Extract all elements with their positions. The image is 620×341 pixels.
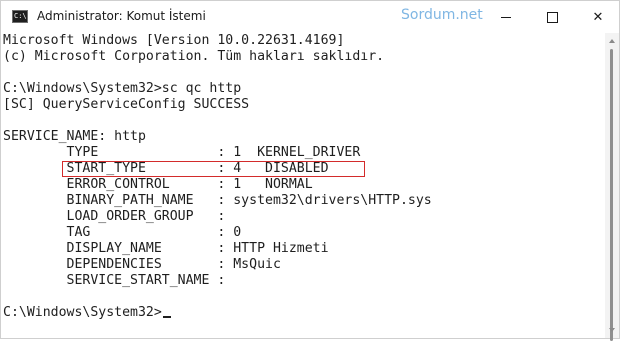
console-line: TYPE : 1 KERNEL_DRIVER: [3, 145, 361, 160]
scrollbar-thumb[interactable]: [610, 49, 613, 341]
console-line: (c) Microsoft Corporation. Tüm hakları s…: [3, 49, 385, 64]
console-line: DISPLAY_NAME : HTTP Hizmeti: [3, 241, 329, 256]
text-cursor: [162, 316, 171, 318]
watermark: Sordum.net: [401, 7, 483, 23]
window-title: Administrator: Komut İstemi: [37, 9, 206, 23]
start-type-highlight: [62, 161, 365, 177]
close-button[interactable]: ✕: [575, 1, 620, 33]
vertical-scrollbar[interactable]: [605, 33, 619, 341]
scroll-up-icon[interactable]: [609, 39, 615, 43]
maximize-button[interactable]: [529, 1, 575, 33]
console-line: C:\Windows\System32>sc qc http: [3, 81, 242, 96]
close-icon: ✕: [592, 9, 604, 25]
console-line: LOAD_ORDER_GROUP :: [3, 209, 226, 224]
maximize-icon: [546, 11, 558, 23]
console-line: SERVICE_START_NAME :: [3, 273, 226, 288]
console-line: BINARY_PATH_NAME : system32\drivers\HTTP…: [3, 193, 432, 208]
prompt-line[interactable]: C:\Windows\System32>: [3, 305, 171, 321]
minimize-icon: [501, 16, 511, 18]
console-output[interactable]: Microsoft Windows [Version 10.0.22631.41…: [1, 33, 605, 338]
console-line: TAG : 0: [3, 225, 242, 240]
prompt-text: C:\Windows\System32>: [3, 305, 162, 320]
console-line: [SC] QueryServiceConfig SUCCESS: [3, 97, 250, 112]
console-line: DEPENDENCIES : MsQuic: [3, 257, 281, 272]
console-line: Microsoft Windows [Version 10.0.22631.41…: [3, 33, 345, 48]
command-prompt-window: C:\. Administrator: Komut İstemi Sordum.…: [0, 0, 620, 341]
scroll-down-icon[interactable]: [609, 328, 615, 332]
console-line: ERROR_CONTROL : 1 NORMAL: [3, 177, 313, 192]
console-line: SERVICE_NAME: http: [3, 129, 146, 144]
minimize-button[interactable]: [483, 1, 529, 33]
title-bar[interactable]: C:\. Administrator: Komut İstemi Sordum.…: [1, 1, 619, 33]
cmd-app-icon[interactable]: C:\.: [12, 10, 31, 23]
